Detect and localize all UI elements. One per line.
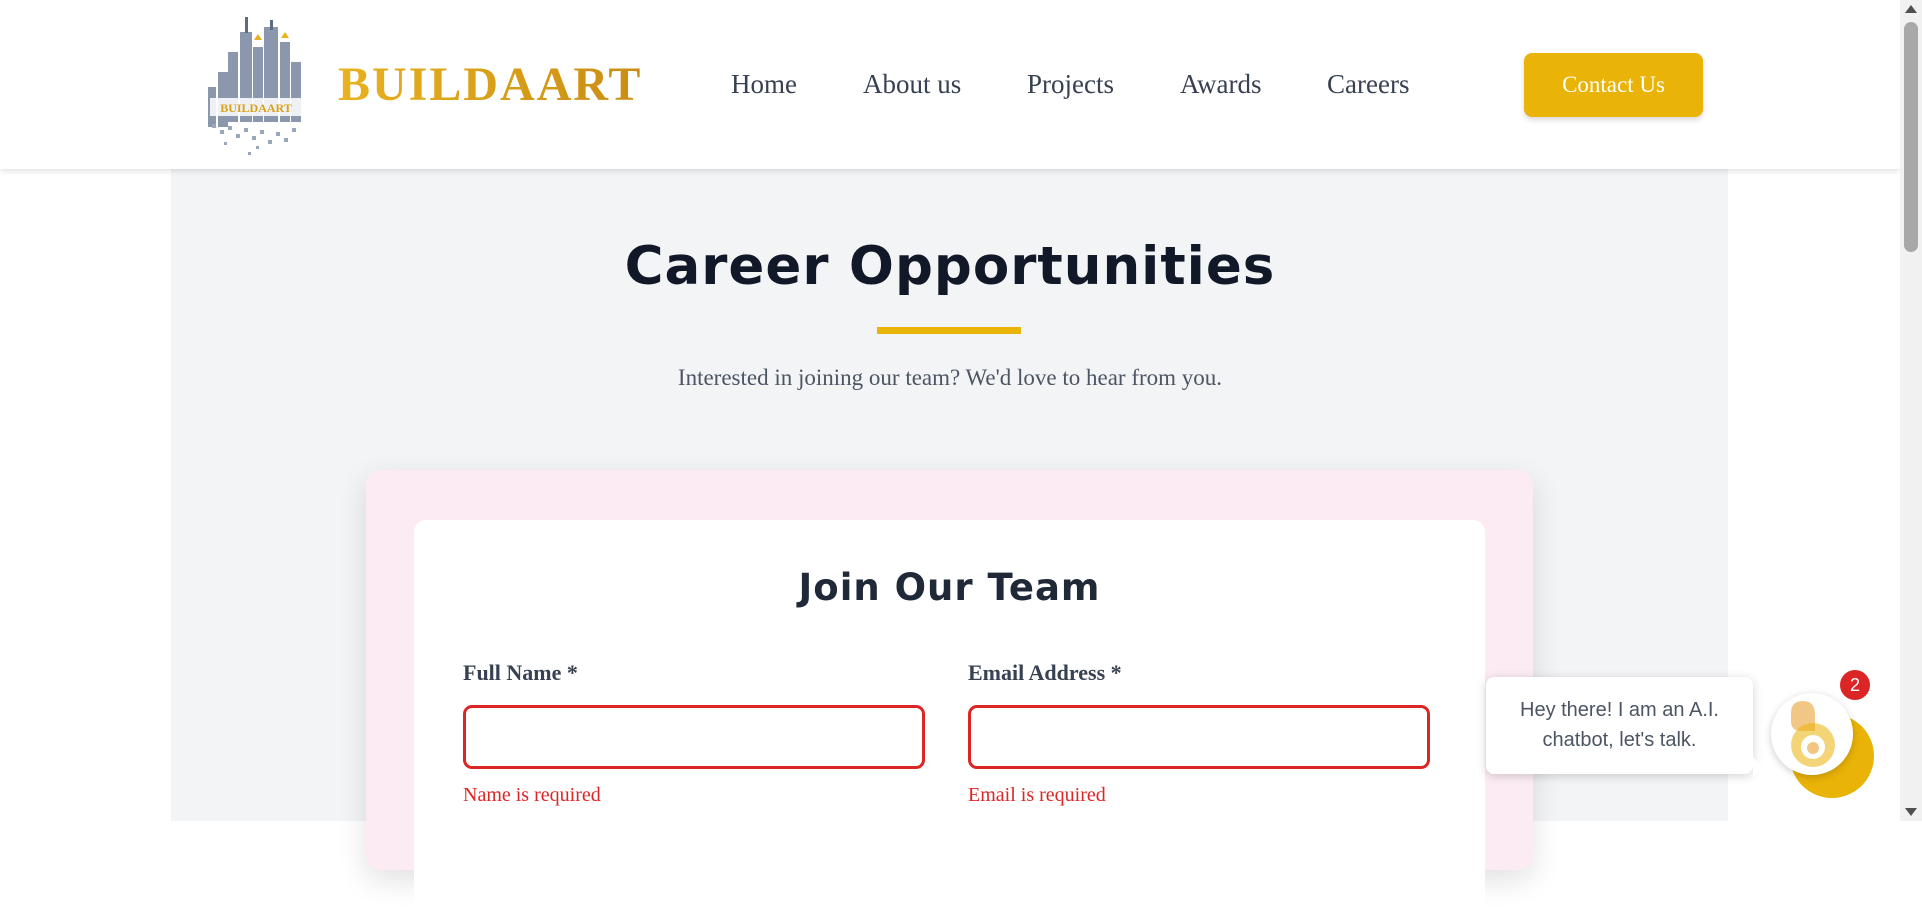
email-error: Email is required [968, 784, 1106, 806]
page-subtitle: Interested in joining our team? We'd lov… [677, 365, 1223, 390]
site-header: BUILDAART BUILDAART Home About us Projec… [0, 0, 1900, 169]
page-scrollbar[interactable] [1900, 0, 1922, 821]
email-input[interactable] [968, 705, 1430, 769]
nav-awards[interactable]: Awards [1180, 64, 1262, 104]
full-name-error: Name is required [463, 784, 601, 806]
chatbot-logo-icon [1791, 701, 1835, 767]
logo-icon[interactable]: BUILDAART [198, 12, 314, 158]
nav-home[interactable]: Home [731, 64, 797, 104]
nav-careers[interactable]: Careers [1327, 64, 1409, 104]
scroll-down-arrow-icon[interactable] [1905, 808, 1917, 816]
contact-us-button[interactable]: Contact Us [1524, 53, 1703, 117]
brand-name[interactable]: BUILDAART [338, 55, 642, 115]
logo-text: BUILDAART [220, 101, 292, 115]
page-title: Career Opportunities [624, 236, 1276, 297]
scrollbar-thumb[interactable] [1904, 22, 1918, 252]
chatbot-greeting-bubble[interactable]: Hey there! I am an A.I. chatbot, let's t… [1486, 677, 1763, 777]
email-label: Email Address * [968, 660, 1122, 685]
scroll-up-arrow-icon[interactable] [1905, 5, 1917, 13]
form-title: Join Our Team [798, 566, 1101, 609]
notification-badge: 2 [1840, 670, 1870, 700]
nav-projects[interactable]: Projects [1027, 64, 1114, 104]
chatbot-avatar[interactable] [1771, 693, 1853, 775]
nav-about-us[interactable]: About us [863, 64, 961, 104]
full-name-input[interactable] [463, 705, 925, 769]
title-underline [877, 327, 1021, 334]
full-name-label: Full Name * [463, 660, 578, 685]
